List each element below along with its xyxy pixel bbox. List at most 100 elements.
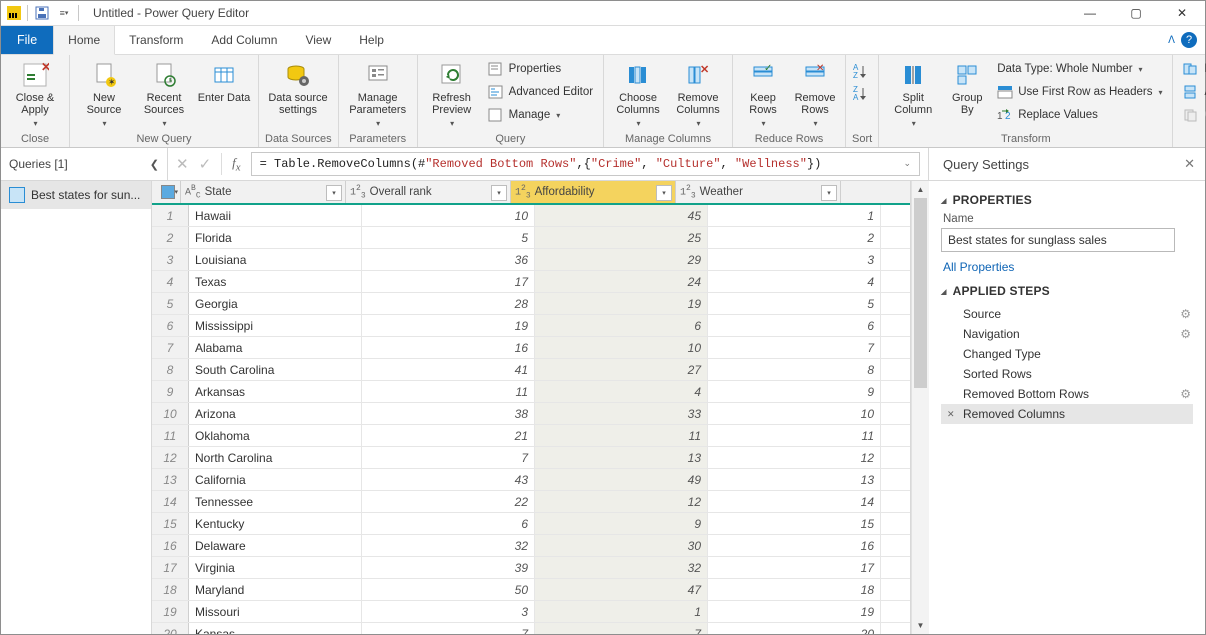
cell-state[interactable]: Tennessee	[189, 491, 362, 512]
table-row[interactable]: 2Florida5252	[152, 227, 910, 249]
table-row[interactable]: 3Louisiana36293	[152, 249, 910, 271]
close-settings-icon[interactable]: ✕	[1184, 156, 1195, 172]
cell-weather[interactable]: 14	[708, 491, 881, 512]
cell-state[interactable]: Mississippi	[189, 315, 362, 336]
applied-step[interactable]: Removed Bottom Rows⚙	[941, 384, 1193, 404]
advanced-editor-button[interactable]: Advanced Editor	[484, 82, 597, 102]
collapse-ribbon-icon[interactable]: ᐱ	[1168, 35, 1175, 46]
cell-state[interactable]: Alabama	[189, 337, 362, 358]
table-row[interactable]: 16Delaware323016	[152, 535, 910, 557]
query-item[interactable]: Best states for sun...	[1, 181, 151, 209]
tab-add-column[interactable]: Add Column	[197, 26, 291, 54]
scroll-down-icon[interactable]: ▼	[912, 617, 929, 634]
cell-state[interactable]: North Carolina	[189, 447, 362, 468]
col-header-rank[interactable]: 123Overall rank▾	[346, 181, 511, 203]
cell-affordability[interactable]: 10	[535, 337, 708, 358]
tab-transform[interactable]: Transform	[115, 26, 197, 54]
table-row[interactable]: 1Hawaii10451	[152, 205, 910, 227]
tab-file[interactable]: File	[1, 26, 53, 54]
cell-rank[interactable]: 21	[362, 425, 535, 446]
table-row[interactable]: 17Virginia393217	[152, 557, 910, 579]
cell-weather[interactable]: 13	[708, 469, 881, 490]
recent-sources-button[interactable]: Recent Sources▾	[136, 57, 192, 130]
manage-button[interactable]: Manage▾	[484, 105, 597, 125]
cell-state[interactable]: Georgia	[189, 293, 362, 314]
col-header-state[interactable]: ABCState▾	[181, 181, 346, 203]
table-row[interactable]: 6Mississippi1966	[152, 315, 910, 337]
gear-icon[interactable]: ⚙	[1180, 307, 1191, 321]
applied-step[interactable]: Sorted Rows	[941, 364, 1193, 384]
keep-rows-button[interactable]: ✓Keep Rows▾	[739, 57, 787, 130]
cell-weather[interactable]: 16	[708, 535, 881, 556]
select-all-corner[interactable]: ▾	[152, 181, 181, 203]
cell-state[interactable]: Texas	[189, 271, 362, 292]
cell-weather[interactable]: 12	[708, 447, 881, 468]
cell-affordability[interactable]: 13	[535, 447, 708, 468]
cell-affordability[interactable]: 30	[535, 535, 708, 556]
cell-affordability[interactable]: 9	[535, 513, 708, 534]
properties-button[interactable]: Properties	[484, 59, 597, 79]
cell-affordability[interactable]: 29	[535, 249, 708, 270]
tab-help[interactable]: Help	[345, 26, 398, 54]
row-header[interactable]: 13	[152, 469, 189, 490]
cell-rank[interactable]: 17	[362, 271, 535, 292]
scroll-thumb[interactable]	[914, 198, 927, 388]
data-source-settings-button[interactable]: Data source settings	[265, 57, 331, 116]
close-apply-button[interactable]: ✕ Close & Apply▾	[7, 57, 63, 130]
cell-state[interactable]: Arizona	[189, 403, 362, 424]
col-header-weather[interactable]: 123Weather▾	[676, 181, 841, 203]
merge-queries-button[interactable]: Merge Queries▾	[1179, 59, 1206, 79]
tab-view[interactable]: View	[291, 26, 345, 54]
minimize-button[interactable]: —	[1067, 1, 1113, 25]
append-queries-button[interactable]: Append Queries▾	[1179, 82, 1206, 102]
cell-rank[interactable]: 43	[362, 469, 535, 490]
table-row[interactable]: 18Maryland504718	[152, 579, 910, 601]
cell-affordability[interactable]: 11	[535, 425, 708, 446]
cell-weather[interactable]: 11	[708, 425, 881, 446]
cell-rank[interactable]: 50	[362, 579, 535, 600]
manage-parameters-button[interactable]: Manage Parameters▾	[345, 57, 411, 130]
table-row[interactable]: 11Oklahoma211111	[152, 425, 910, 447]
table-row[interactable]: 10Arizona383310	[152, 403, 910, 425]
choose-columns-button[interactable]: Choose Columns▾	[610, 57, 666, 130]
cell-state[interactable]: Virginia	[189, 557, 362, 578]
row-header[interactable]: 18	[152, 579, 189, 600]
row-header[interactable]: 20	[152, 623, 189, 634]
cell-weather[interactable]: 20	[708, 623, 881, 634]
first-row-headers-button[interactable]: Use First Row as Headers▾	[993, 82, 1166, 102]
cell-weather[interactable]: 8	[708, 359, 881, 380]
table-row[interactable]: 20Kansas7720	[152, 623, 910, 634]
cell-affordability[interactable]: 6	[535, 315, 708, 336]
row-header[interactable]: 2	[152, 227, 189, 248]
cell-affordability[interactable]: 1	[535, 601, 708, 622]
row-header[interactable]: 8	[152, 359, 189, 380]
formula-accept-icon[interactable]: ✓	[199, 155, 212, 173]
applied-step[interactable]: Navigation⚙	[941, 324, 1193, 344]
sort-desc-button[interactable]: ZA	[852, 85, 870, 101]
close-button[interactable]: ✕	[1159, 1, 1205, 25]
cell-rank[interactable]: 32	[362, 535, 535, 556]
cell-state[interactable]: Missouri	[189, 601, 362, 622]
all-properties-link[interactable]: All Properties	[943, 260, 1193, 274]
cell-rank[interactable]: 19	[362, 315, 535, 336]
cell-state[interactable]: Kansas	[189, 623, 362, 634]
cell-affordability[interactable]: 27	[535, 359, 708, 380]
cell-affordability[interactable]: 32	[535, 557, 708, 578]
cell-state[interactable]: Louisiana	[189, 249, 362, 270]
row-header[interactable]: 19	[152, 601, 189, 622]
cell-weather[interactable]: 1	[708, 205, 881, 226]
cell-affordability[interactable]: 24	[535, 271, 708, 292]
refresh-preview-button[interactable]: Refresh Preview▾	[424, 57, 480, 130]
col-header-affordability[interactable]: 123Affordability▾	[511, 181, 676, 203]
save-icon[interactable]	[34, 5, 50, 21]
row-header[interactable]: 5	[152, 293, 189, 314]
cell-affordability[interactable]: 19	[535, 293, 708, 314]
cell-weather[interactable]: 3	[708, 249, 881, 270]
enter-data-button[interactable]: Enter Data	[196, 57, 252, 104]
cell-rank[interactable]: 16	[362, 337, 535, 358]
table-row[interactable]: 15Kentucky6915	[152, 513, 910, 535]
help-icon[interactable]: ?	[1181, 32, 1197, 48]
cell-rank[interactable]: 36	[362, 249, 535, 270]
row-header[interactable]: 14	[152, 491, 189, 512]
row-header[interactable]: 7	[152, 337, 189, 358]
